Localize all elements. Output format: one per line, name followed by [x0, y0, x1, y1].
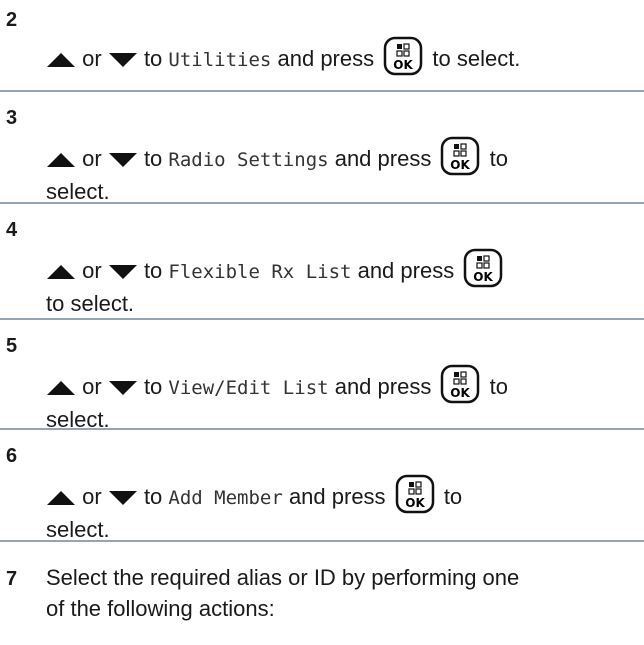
or-text: or [82, 146, 102, 171]
up-arrow-icon [47, 53, 75, 68]
press-text: and press [334, 374, 432, 399]
svg-text:OK: OK [394, 58, 414, 72]
menu-item-name: View/Edit List [168, 377, 329, 399]
instruction-line: Select the required alias or ID by perfo… [46, 565, 520, 590]
up-arrow-icon [47, 153, 75, 168]
after-text: to [489, 374, 508, 399]
down-arrow-icon [108, 153, 137, 168]
divider [0, 428, 644, 430]
press-text: and press [334, 146, 432, 171]
or-text: or [82, 258, 102, 283]
up-arrow-icon [47, 381, 75, 396]
step-number: 6 [6, 445, 18, 467]
press-text: and press [277, 46, 375, 71]
or-text: or [82, 484, 102, 509]
to-text: to [143, 484, 163, 509]
down-arrow-icon [108, 381, 137, 396]
step-number: 5 [6, 335, 18, 357]
down-arrow-icon [108, 491, 137, 506]
menu-item-name: Radio Settings [168, 149, 329, 171]
menu-item-name: Add Member [168, 487, 283, 509]
svg-text:OK: OK [451, 386, 471, 400]
to-text: to [143, 258, 163, 283]
instruction-line: of the following actions: [46, 596, 275, 621]
down-arrow-icon [108, 53, 137, 68]
to-text: to [143, 374, 163, 399]
wrap-text: to select. [46, 291, 135, 316]
svg-text:OK: OK [474, 270, 494, 284]
svg-text:OK: OK [405, 496, 425, 510]
to-text: to [143, 46, 163, 71]
or-text: or [82, 46, 102, 71]
divider [0, 202, 644, 204]
divider [0, 90, 644, 92]
menu-item-name: Utilities [168, 49, 272, 71]
ok-menu-key-icon: OK [441, 364, 480, 404]
svg-text:OK: OK [451, 158, 471, 172]
wrap-text: select. [46, 179, 110, 204]
press-text: and press [288, 484, 386, 509]
ok-menu-key-icon: OK [395, 474, 434, 514]
to-text: to [143, 146, 163, 171]
step-number: 3 [6, 107, 18, 129]
ok-menu-key-icon: OK [441, 136, 480, 176]
press-text: and press [357, 258, 455, 283]
menu-item-name: Flexible Rx List [168, 261, 352, 283]
divider [0, 540, 644, 542]
ok-menu-key-icon: OK [464, 248, 503, 288]
ok-menu-key-icon: OK [384, 36, 423, 76]
after-text: to [443, 484, 463, 509]
after-text: to select. [432, 46, 521, 71]
or-text: or [82, 374, 102, 399]
step-number: 2 [6, 9, 18, 31]
down-arrow-icon [108, 265, 137, 280]
divider [0, 318, 644, 320]
wrap-text: select. [46, 517, 110, 542]
up-arrow-icon [47, 491, 75, 506]
after-text: to [489, 146, 508, 171]
step-number: 7 [6, 568, 18, 590]
up-arrow-icon [47, 265, 75, 280]
step-number: 4 [6, 219, 18, 241]
